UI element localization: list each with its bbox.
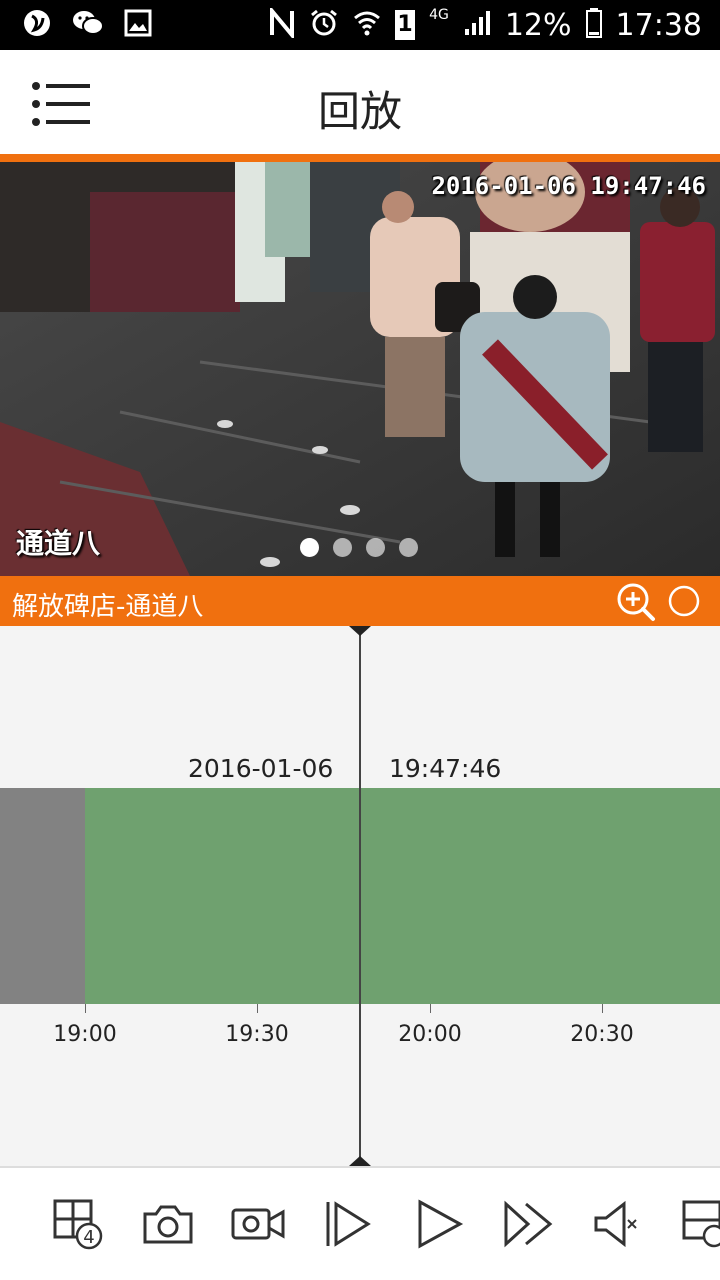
image-icon	[124, 9, 152, 41]
header-accent-line	[0, 154, 720, 162]
wechat-icon	[72, 8, 104, 42]
playhead-top-marker	[349, 626, 371, 636]
video-timestamp-overlay: 2016-01-06 19:47:46	[431, 172, 706, 200]
play-icon[interactable]	[410, 1196, 466, 1252]
nfc-icon	[269, 5, 295, 42]
no-record-segment	[0, 788, 85, 1004]
split-count: 4	[83, 1227, 94, 1248]
video-player[interactable]: 2016-01-06 19:47:46 通道八	[0, 162, 720, 576]
battery-percent: 12%	[504, 7, 572, 43]
slow-play-icon[interactable]	[320, 1196, 376, 1252]
wifi-icon	[353, 8, 381, 42]
status-bar: 1 4G 12% 17:38	[0, 0, 720, 50]
battery-icon	[585, 8, 602, 42]
page-dot-2[interactable]	[333, 538, 352, 557]
page-dot-4[interactable]	[399, 538, 418, 557]
tick-label: 19:00	[53, 1022, 117, 1047]
split-4-icon[interactable]: 4	[50, 1196, 106, 1252]
tick-mark	[430, 1004, 431, 1013]
tick-mark	[85, 1004, 86, 1013]
zoom-in-icon[interactable]	[616, 582, 656, 622]
more-icon[interactable]	[680, 1196, 720, 1252]
tick-mark	[257, 1004, 258, 1013]
circle-icon[interactable]	[667, 584, 701, 618]
playback-toolbar: 4	[0, 1168, 720, 1280]
sim-icon: 1	[395, 10, 416, 40]
record-video-icon[interactable]	[230, 1196, 286, 1252]
app-icon	[22, 8, 52, 42]
tick-label: 20:30	[570, 1022, 634, 1047]
signal-icon	[463, 9, 491, 41]
page-title: 回放	[317, 87, 402, 136]
fast-forward-icon[interactable]	[500, 1196, 556, 1252]
network-type: 4G	[429, 7, 449, 23]
timeline-date: 2016-01-06	[188, 754, 334, 783]
playback-timeline[interactable]: 2016-01-06 19:47:46 19:00 19:30 20:00 20…	[0, 626, 720, 1166]
channel-bar: 解放碑店-通道八	[0, 576, 720, 626]
tick-label: 20:00	[398, 1022, 462, 1047]
recorded-segment[interactable]	[85, 788, 720, 1004]
mute-icon[interactable]	[590, 1196, 646, 1252]
camera-frame	[0, 162, 720, 576]
channel-name: 解放碑店-通道八	[12, 592, 204, 622]
snapshot-camera-icon[interactable]	[140, 1196, 196, 1252]
app-header: 回放	[0, 50, 720, 154]
video-channel-overlay: 通道八	[16, 527, 101, 560]
page-dot-3[interactable]	[366, 538, 385, 557]
tick-label: 19:30	[225, 1022, 289, 1047]
clock: 17:38	[615, 7, 702, 43]
playhead-bottom-marker	[349, 1156, 371, 1166]
page-dot-1[interactable]	[300, 538, 319, 557]
page-indicator	[300, 538, 418, 557]
timeline-time: 19:47:46	[389, 754, 502, 783]
tick-mark	[602, 1004, 603, 1013]
playhead-line[interactable]	[359, 626, 361, 1166]
alarm-icon	[309, 8, 339, 42]
